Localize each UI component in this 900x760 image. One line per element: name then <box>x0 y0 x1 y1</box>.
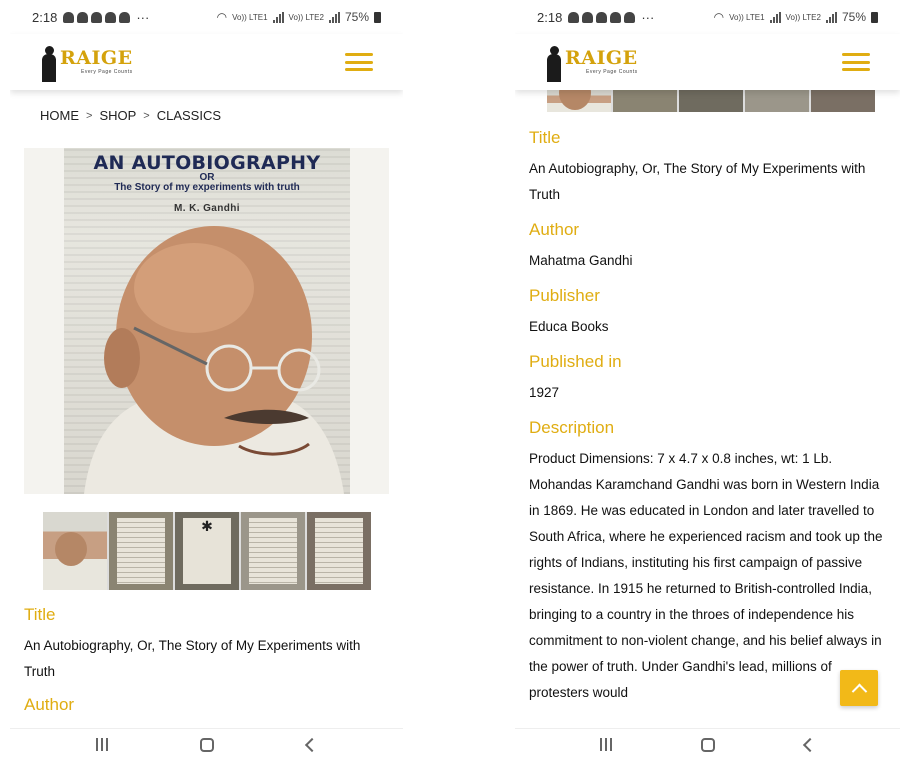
breadcrumb-separator: > <box>86 109 93 122</box>
published-value: 1927 <box>529 385 560 400</box>
network-label: Vo)) LTE1 <box>729 12 765 22</box>
cover-subtitle: The Story of my experiments with truth <box>114 182 300 193</box>
wheel-icon: ✱ <box>201 518 213 534</box>
title-value: An Autobiography, Or, The Story of My Ex… <box>529 161 866 202</box>
status-more: ··· <box>136 9 150 25</box>
wifi-icon: ◠ <box>216 10 228 24</box>
recent-apps-icon[interactable] <box>599 738 612 751</box>
page-content: Title An Autobiography, Or, The Story of… <box>515 90 900 728</box>
notification-icons <box>63 11 131 23</box>
author-label: Author <box>24 695 75 714</box>
site-header: RAIGE Every Page Counts <box>10 34 403 90</box>
title-label: Title <box>529 128 561 147</box>
site-logo[interactable]: RAIGE Every Page Counts <box>40 42 133 82</box>
recent-apps-icon[interactable] <box>96 738 109 751</box>
thumbnail-page[interactable] <box>307 512 371 590</box>
hamburger-icon[interactable] <box>345 53 373 71</box>
thumbnail-page[interactable] <box>679 90 743 112</box>
author-value: Mahatma Gandhi <box>529 253 633 268</box>
right-screen: 2:18 ··· ◠ Vo)) LTE1 Vo)) LTE2 75% RAIGE <box>515 0 900 760</box>
thumbnail-page[interactable] <box>241 512 305 590</box>
page-content: HOME > SHOP > CLASSICS AN AUTOBIOGRAPHY … <box>10 90 403 728</box>
publisher-label: Publisher <box>529 286 600 305</box>
home-icon[interactable] <box>701 737 716 752</box>
bell-icon <box>624 11 636 23</box>
cover-author: M. K. Gandhi <box>174 203 240 214</box>
bell-icon <box>105 11 117 23</box>
thumbnail-cover[interactable] <box>547 90 611 112</box>
bell-icon <box>610 11 622 23</box>
signal-icon <box>769 11 781 23</box>
battery-icon <box>374 11 381 23</box>
logo-tagline: Every Page Counts <box>586 69 638 75</box>
signal-icon <box>272 11 284 23</box>
signal-icon <box>825 11 837 23</box>
thumbnail-strip <box>547 90 875 112</box>
bell-icon <box>582 11 594 23</box>
breadcrumb-category[interactable]: CLASSICS <box>157 108 221 123</box>
title-label: Title <box>24 605 56 624</box>
network-label-2: Vo)) LTE2 <box>288 12 324 22</box>
hamburger-icon[interactable] <box>842 53 870 71</box>
cover-title: AN AUTOBIOGRAPHY <box>93 152 321 174</box>
chevron-up-icon[interactable] <box>840 670 878 706</box>
thumbnail-page[interactable] <box>811 90 875 112</box>
network-label-2: Vo)) LTE2 <box>785 12 821 22</box>
status-time: 2:18 <box>32 9 58 25</box>
back-icon[interactable] <box>304 737 319 752</box>
site-logo[interactable]: RAIGE Every Page Counts <box>545 42 638 82</box>
battery-icon <box>871 11 878 23</box>
breadcrumb-separator: > <box>143 109 150 122</box>
wifi-icon: ◠ <box>713 10 725 24</box>
signal-icon <box>328 11 340 23</box>
notification-icons <box>568 11 636 23</box>
product-details: Title An Autobiography, Or, The Story of… <box>24 605 391 725</box>
home-icon[interactable] <box>200 737 215 752</box>
breadcrumb-shop[interactable]: SHOP <box>99 108 136 123</box>
status-bar: 2:18 ··· ◠ Vo)) LTE1 Vo)) LTE2 75% <box>10 0 403 34</box>
product-image[interactable]: AN AUTOBIOGRAPHY OR The Story of my expe… <box>24 148 389 494</box>
thumbnail-cover[interactable] <box>43 512 107 590</box>
description-label: Description <box>529 418 615 437</box>
site-header: RAIGE Every Page Counts <box>515 34 900 90</box>
network-label: Vo)) LTE1 <box>232 12 268 22</box>
status-bar: 2:18 ··· ◠ Vo)) LTE1 Vo)) LTE2 75% <box>515 0 900 34</box>
thumbnail-strip: ✱ <box>43 512 371 590</box>
logo-tagline: Every Page Counts <box>81 69 133 75</box>
product-details: Title An Autobiography, Or, The Story of… <box>529 128 888 718</box>
bell-icon <box>119 11 131 23</box>
bell-icon <box>596 11 608 23</box>
left-screen: 2:18 ··· ◠ Vo)) LTE1 Vo)) LTE2 75% RAIGE <box>10 0 403 760</box>
book-cover: AN AUTOBIOGRAPHY OR The Story of my expe… <box>64 148 350 494</box>
gandhi-portrait <box>84 226 344 494</box>
thumbnail-page[interactable] <box>109 512 173 590</box>
logo-text: RAIGE <box>565 47 638 69</box>
published-label: Published in <box>529 352 622 371</box>
battery-percent: 75% <box>841 10 866 24</box>
bell-icon <box>568 11 580 23</box>
thumbnail-page[interactable] <box>745 90 809 112</box>
bell-icon <box>77 11 89 23</box>
thumbnail-page[interactable] <box>613 90 677 112</box>
status-more: ··· <box>641 9 655 25</box>
logo-text: RAIGE <box>60 47 133 69</box>
breadcrumb-home[interactable]: HOME <box>40 108 79 123</box>
logo-figure-icon <box>40 42 58 82</box>
description-value: Product Dimensions: 7 x 4.7 x 0.8 inches… <box>529 451 883 700</box>
logo-figure-icon <box>545 42 563 82</box>
android-nav-bar <box>10 728 403 760</box>
title-value: An Autobiography, Or, The Story of My Ex… <box>24 638 361 679</box>
battery-percent: 75% <box>344 10 369 24</box>
bell-icon <box>91 11 103 23</box>
author-label: Author <box>529 220 580 239</box>
publisher-value: Educa Books <box>529 319 609 334</box>
breadcrumb: HOME > SHOP > CLASSICS <box>40 108 221 123</box>
status-time: 2:18 <box>537 9 563 25</box>
android-nav-bar <box>515 728 900 760</box>
bell-icon <box>63 11 75 23</box>
back-icon[interactable] <box>803 737 818 752</box>
thumbnail-page[interactable]: ✱ <box>175 512 239 590</box>
